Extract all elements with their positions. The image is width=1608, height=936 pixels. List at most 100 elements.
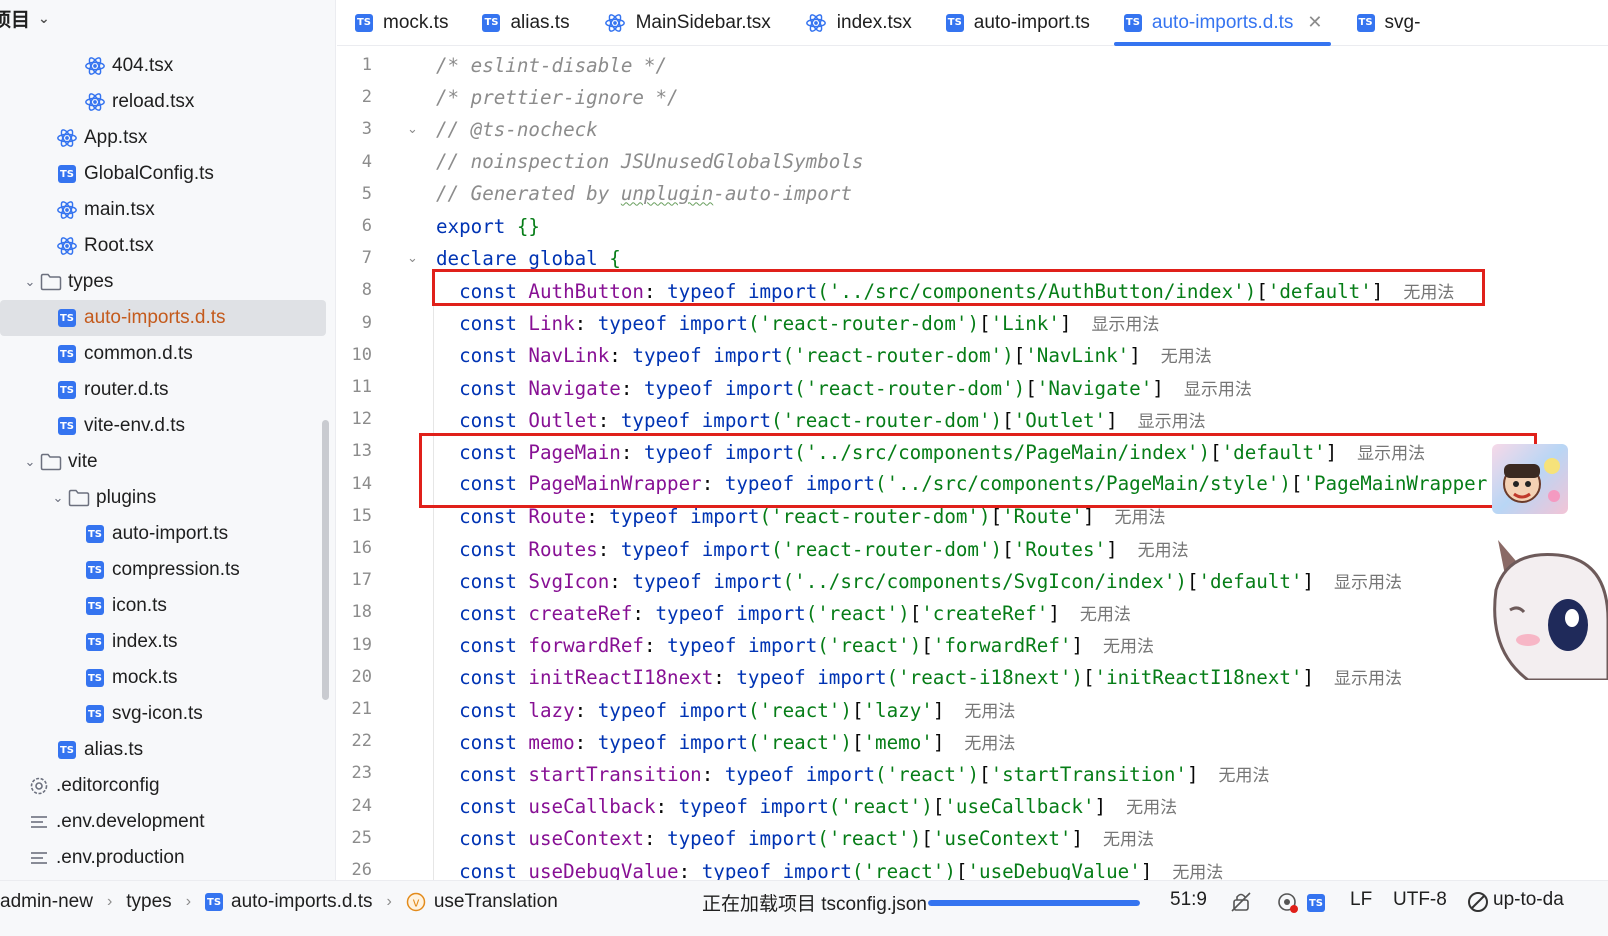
usage-inlay-hint[interactable]: 无用法 [1219, 766, 1270, 785]
breadcrumb-folder[interactable]: types [126, 891, 171, 913]
code-line[interactable]: 1 /* eslint-disable */ [337, 49, 1608, 81]
code-line[interactable]: 5 // Generated by unplugin-auto-import [337, 178, 1608, 210]
code-line[interactable]: 23 const startTransition: typeof import(… [337, 757, 1608, 789]
code-line[interactable]: 24 const useCallback: typeof import('rea… [337, 790, 1608, 822]
usage-inlay-hint[interactable]: 无用法 [964, 702, 1015, 721]
gear-icon [28, 775, 50, 797]
vcs-status-text[interactable]: up-to-da [1493, 889, 1564, 911]
usage-inlay-hint[interactable]: 无用法 [1103, 830, 1154, 849]
code-line[interactable]: 18 const createRef: typeof import('react… [337, 596, 1608, 628]
fold-arrow-icon[interactable]: ⌄ [407, 250, 418, 266]
tree-item-compression-ts[interactable]: TS compression.ts [0, 552, 335, 588]
usage-inlay-hint[interactable]: 无用法 [1138, 541, 1189, 560]
tree-item-vite-env-d-ts[interactable]: TS vite-env.d.ts [0, 408, 335, 444]
tree-item-env-development[interactable]: .env.development [0, 804, 335, 840]
tree-item-root-tsx[interactable]: Root.tsx [0, 228, 335, 264]
line-ending[interactable]: LF [1350, 889, 1372, 911]
usage-inlay-hint[interactable]: 显示用法 [1091, 315, 1159, 334]
tree-item-index-ts[interactable]: TS index.ts [0, 624, 335, 660]
code-line[interactable]: 12 const Outlet: typeof import('react-ro… [337, 403, 1608, 435]
expand-arrow-icon[interactable]: ⌄ [20, 454, 40, 470]
breadcrumb-file[interactable]: TS auto-imports.d.ts [205, 891, 373, 913]
usage-inlay-hint[interactable]: 显示用法 [1334, 669, 1402, 688]
code-line[interactable]: 9 const Link: typeof import('react-route… [337, 307, 1608, 339]
editor-tab[interactable]: MainSidebar.tsx [584, 0, 785, 46]
typescript-service-icon[interactable]: TS [1307, 894, 1325, 912]
code-line[interactable]: 2 /* prettier-ignore */ [337, 81, 1608, 113]
tree-item-auto-imports-d-ts[interactable]: TS auto-imports.d.ts [0, 300, 326, 336]
tree-item-editorconfig[interactable]: .editorconfig [0, 768, 335, 804]
code-line[interactable]: 3 ⌄ // @ts-nocheck [337, 113, 1608, 145]
editor-tab[interactable]: index.tsx [785, 0, 926, 46]
code-token: ] [1129, 344, 1141, 368]
code-line[interactable]: 19 const forwardRef: typeof import('reac… [337, 629, 1608, 661]
code-line[interactable]: 4 // noinspection JSUnusedGlobalSymbols [337, 146, 1608, 178]
breadcrumb-symbol[interactable]: v useTranslation [406, 891, 558, 913]
chevron-down-icon[interactable]: ⌄ [38, 10, 50, 27]
fold-arrow-icon[interactable]: ⌄ [407, 121, 418, 137]
usage-inlay-hint[interactable]: 无用法 [964, 734, 1015, 753]
sidebar-scrollbar[interactable] [322, 420, 329, 700]
code-token: ( [759, 505, 772, 529]
tree-item-alias-ts[interactable]: TS alias.ts [0, 732, 335, 768]
code-line[interactable]: 11 const Navigate: typeof import('react-… [337, 371, 1608, 403]
usage-inlay-hint[interactable]: 显示用法 [1184, 380, 1252, 399]
usage-inlay-hint[interactable]: 无用法 [1172, 863, 1223, 881]
tree-item-icon-ts[interactable]: TS icon.ts [0, 588, 335, 624]
code-token: import [782, 859, 852, 881]
vcs-status-icon[interactable] [1467, 891, 1489, 913]
expand-arrow-icon[interactable]: ⌄ [20, 274, 40, 290]
tree-item-vite[interactable]: ⌄ vite [0, 444, 335, 480]
usage-inlay-hint[interactable]: 无用法 [1161, 347, 1212, 366]
usage-inlay-hint[interactable]: 无用法 [1103, 637, 1154, 656]
code-line[interactable]: 16 const Routes: typeof import('react-ro… [337, 532, 1608, 564]
tree-item-404-tsx[interactable]: 404.tsx [0, 48, 335, 84]
tree-item-globalconfig-ts[interactable]: TS GlobalConfig.ts [0, 156, 335, 192]
code-line[interactable]: 22 const memo: typeof import('react')['m… [337, 725, 1608, 757]
editor-tab[interactable]: TS auto-import.ts [926, 0, 1104, 46]
tree-item-mock-ts[interactable]: TS mock.ts [0, 660, 335, 696]
usage-inlay-hint[interactable]: 无用法 [1126, 798, 1177, 817]
code-line[interactable]: 21 const lazy: typeof import('react')['l… [337, 693, 1608, 725]
project-header[interactable]: 项目 ⌄ [0, 0, 335, 36]
editor-tab[interactable]: TS mock.ts [337, 0, 462, 46]
tree-item-common-d-ts[interactable]: TS common.d.ts [0, 336, 335, 372]
readonly-lock-icon[interactable] [1230, 891, 1252, 913]
cat-mascot-image [1493, 540, 1608, 680]
tree-item-env-production[interactable]: .env.production [0, 840, 335, 876]
usage-inlay-hint[interactable]: 显示用法 [1334, 573, 1402, 592]
tree-item-main-tsx[interactable]: main.tsx [0, 192, 335, 228]
tree-item-router-d-ts[interactable]: TS router.d.ts [0, 372, 335, 408]
editor-tab[interactable]: TS alias.ts [462, 0, 583, 46]
code-editor[interactable]: 1 /* eslint-disable */ 2 /* prettier-ignore… [337, 47, 1608, 880]
code-line[interactable]: 20 const initReactI18next: typeof import… [337, 661, 1608, 693]
typescript-file-icon: TS [84, 523, 106, 545]
cursor-position[interactable]: 51:9 [1170, 889, 1207, 911]
code-line[interactable]: 17 const SvgIcon: typeof import('../src/… [337, 564, 1608, 596]
tree-item-types[interactable]: ⌄ types [0, 264, 335, 300]
code-token: ( [828, 795, 841, 819]
usage-inlay-hint[interactable]: 显示用法 [1138, 412, 1206, 431]
tree-item-svg-icon-ts[interactable]: TS svg-icon.ts [0, 696, 335, 732]
expand-arrow-icon[interactable]: ⌄ [48, 490, 68, 506]
code-token: ) [898, 601, 910, 625]
code-token: ( [747, 698, 760, 722]
editor-tab[interactable]: TS svg- [1337, 0, 1435, 46]
tree-item-plugins[interactable]: ⌄ plugins [0, 480, 335, 516]
background-task-text[interactable]: 正在加载项目 tsconfig.json [702, 889, 927, 916]
tree-item-auto-import-ts[interactable]: TS auto-import.ts [0, 516, 335, 552]
usage-inlay-hint[interactable]: 无用法 [1080, 605, 1131, 624]
close-tab-icon[interactable]: ✕ [1307, 12, 1322, 33]
breadcrumb-project[interactable]: admin-new [0, 891, 93, 913]
code-line[interactable]: 26 const useDebugValue: typeof import('r… [337, 854, 1608, 881]
code-line[interactable]: 25 const useContext: typeof import('reac… [337, 822, 1608, 854]
editor-tab[interactable]: TS auto-imports.d.ts ✕ [1104, 0, 1337, 46]
file-encoding[interactable]: UTF-8 [1393, 889, 1447, 911]
code-line[interactable]: 10 const NavLink: typeof import('react-r… [337, 339, 1608, 371]
inspection-widget-icon[interactable] [1276, 891, 1300, 915]
code-line[interactable]: 6 export {} [337, 210, 1608, 242]
tree-item-reload-tsx[interactable]: reload.tsx [0, 84, 335, 120]
usage-inlay-hint[interactable]: 无用法 [1115, 508, 1166, 527]
tree-item-app-tsx[interactable]: App.tsx [0, 120, 335, 156]
